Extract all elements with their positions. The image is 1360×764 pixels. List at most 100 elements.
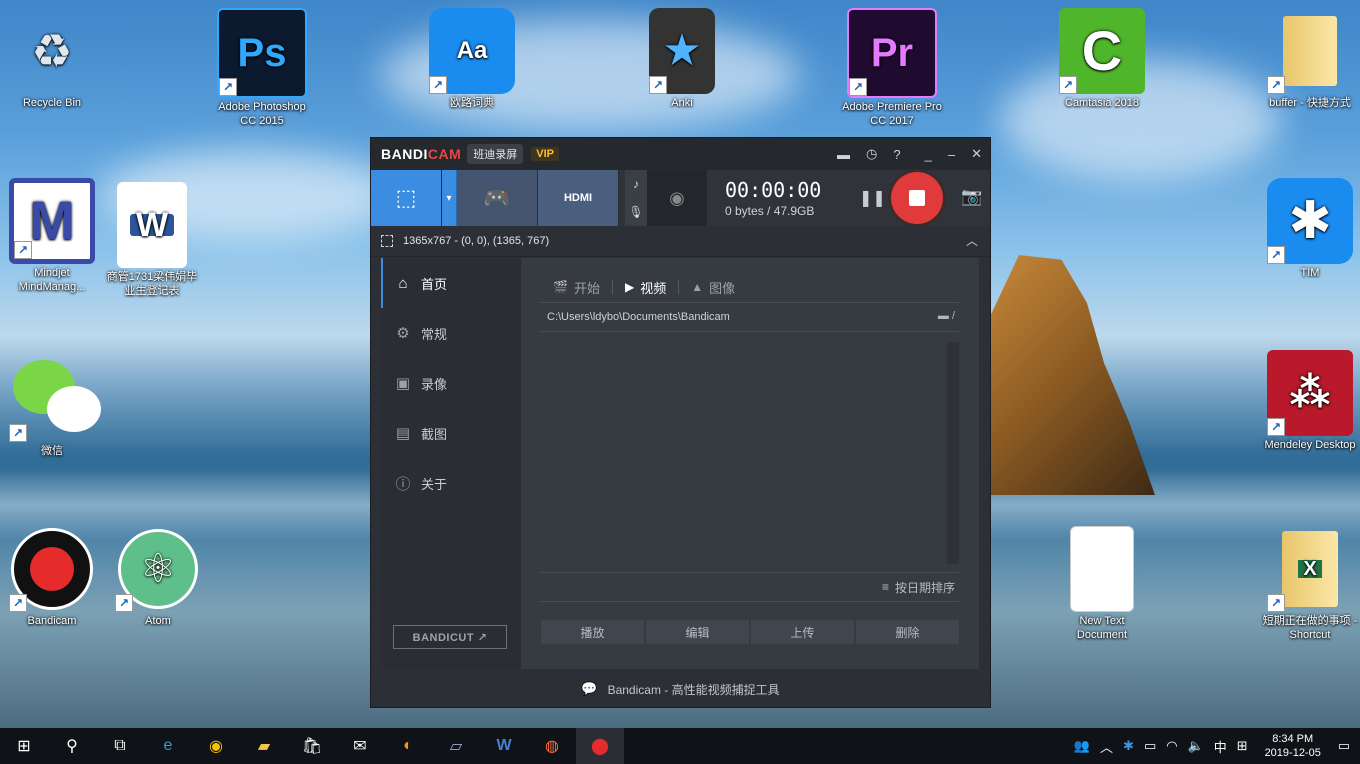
open-folder-icon[interactable]: ▬ / <box>938 310 955 322</box>
sidebar-item-about[interactable]: ⓘ 关于 <box>381 458 521 508</box>
delete-button[interactable]: 删除 <box>856 620 959 644</box>
video-file-list[interactable] <box>541 342 959 573</box>
play-button[interactable]: 播放 <box>541 620 644 644</box>
clock-icon[interactable]: ◷ <box>866 146 877 162</box>
notes-icon[interactable]: ▱ <box>432 728 480 764</box>
ime-indicator[interactable]: 中 <box>1214 737 1227 756</box>
capture-area-bar[interactable]: 1365x767 - (0, 0), (1365, 767) ︿ <box>371 226 990 257</box>
sidebar-item-image[interactable]: ▤ 截图 <box>381 408 521 458</box>
speaker-app-icon[interactable]: ◐ <box>384 728 432 764</box>
game-record-mode-button[interactable]: 🎮 <box>457 170 538 226</box>
screenshot-button[interactable]: 📷 <box>961 187 982 207</box>
tim-icon: ✱ ↗ <box>1267 178 1353 264</box>
tab-image[interactable]: ▲ 图像 <box>679 278 747 297</box>
upload-button[interactable]: 上传 <box>751 620 854 644</box>
clapper-icon: 🎬 <box>553 280 568 294</box>
edge-icon[interactable]: e <box>144 728 192 764</box>
folder-icon[interactable]: ▬ <box>837 147 850 162</box>
volume-icon[interactable]: 🔈 <box>1188 738 1204 754</box>
people-icon[interactable]: 👥 <box>1074 738 1090 754</box>
close-icon[interactable]: ✕ <box>971 146 982 162</box>
desktop-icon-new-text[interactable]: New Text Document <box>1052 526 1152 642</box>
firefox-icon[interactable]: ◍ <box>528 728 576 764</box>
minimize-icon[interactable]: _ <box>925 147 932 162</box>
battery-icon[interactable]: ▭ <box>1144 738 1156 754</box>
home-icon: ⌂ <box>398 274 408 292</box>
desktop-icon-premiere[interactable]: Pr ↗ Adobe Premiere Pro CC 2017 <box>842 8 942 128</box>
sort-by-date-button[interactable]: ≡ 按日期排序 <box>541 573 959 602</box>
camtasia-icon: C ↗ <box>1059 8 1145 94</box>
maximize-icon[interactable]: – <box>948 147 955 162</box>
vip-badge[interactable]: VIP <box>531 147 559 161</box>
desktop-icon-wechat[interactable]: ↗ 微信 <box>2 356 102 458</box>
chrome-icon[interactable]: ◉ <box>192 728 240 764</box>
desktop-icon-recycle-bin[interactable]: ♻ Recycle Bin <box>2 8 102 110</box>
stop-record-button[interactable] <box>891 172 943 224</box>
desktop-icon-excel-shortcut[interactable]: X ↗ 短期正在做的事项 - Shortcut <box>1260 526 1360 642</box>
pause-button[interactable]: ❚❚ <box>859 188 886 208</box>
device-record-mode-button[interactable]: HDMI <box>538 170 619 226</box>
premiere-icon: Pr ↗ <box>847 8 937 98</box>
sidebar-item-home[interactable]: ⌂ 首页 <box>381 258 521 308</box>
info-icon: ⓘ <box>395 475 411 493</box>
screen-record-mode-button[interactable]: ⬚ <box>371 170 442 226</box>
list-scrollbar[interactable] <box>947 342 959 564</box>
tab-start[interactable]: 🎬 开始 <box>541 278 612 297</box>
desktop-icon-photoshop[interactable]: Ps ↗ Adobe Photoshop CC 2015 <box>212 8 312 128</box>
store-icon[interactable]: 🛍 <box>288 728 336 764</box>
clock-date: 2019-12-05 <box>1264 747 1321 759</box>
windows-start-icon[interactable]: ⊞ <box>0 728 48 764</box>
task-view-icon[interactable]: ⧉ <box>96 728 144 764</box>
chevron-down-icon: ▾ <box>446 192 452 204</box>
microphone-icon[interactable]: 🎙 <box>628 205 643 219</box>
sidebar-item-video[interactable]: ▣ 录像 <box>381 358 521 408</box>
sidebar-item-label: 关于 <box>421 476 448 492</box>
gear-icon: ⚙ <box>396 325 410 342</box>
search-icon[interactable]: ⚲ <box>48 728 96 764</box>
webcam-toggle-button[interactable]: ◉ <box>647 170 707 226</box>
help-icon[interactable]: ? <box>893 147 900 162</box>
mode-dropdown-button[interactable]: ▾ <box>442 170 457 226</box>
title-bar[interactable]: BANDICAM 班迪录屏 VIP ▬ ◷ ? _ – ✕ <box>371 138 990 170</box>
desktop-icon-bandicam[interactable]: ↗ Bandicam <box>2 526 102 628</box>
desktop-icon-label: Atom <box>145 615 171 627</box>
desktop-icon-eudic[interactable]: Aa ↗ 欧路词典 <box>422 8 522 110</box>
path-text: C:\Users\ldybo\Documents\Bandicam <box>547 311 730 323</box>
file-explorer-icon[interactable]: ▰ <box>240 728 288 764</box>
chevron-up-icon[interactable]: ︿ <box>1100 737 1113 756</box>
speaker-toggle-icon[interactable]: ♪ <box>633 177 639 191</box>
bandicam-icon: ↗ <box>9 526 95 612</box>
output-folder-path[interactable]: C:\Users\ldybo\Documents\Bandicam ▬ / <box>541 303 959 332</box>
notification-icon[interactable]: ▭ <box>1338 738 1350 754</box>
desktop-icon-atom[interactable]: ⚛ ↗ Atom <box>108 526 208 628</box>
desktop-icon-anki[interactable]: ★ ↗ Anki <box>632 8 732 110</box>
tim-tray-icon[interactable]: ✱ <box>1123 738 1134 754</box>
bandicam-record-icon[interactable]: ⬤ <box>576 728 624 764</box>
desktop-icon-label: TIM <box>1300 267 1320 279</box>
record-toolbar: ⬚ ▾ 🎮 HDMI ♪ 🎙 ◉ 00:00:00 0 bytes / 47.9… <box>371 170 990 226</box>
desktop-icon-label: Anki <box>671 97 693 109</box>
wifi-icon[interactable]: ◠ <box>1166 738 1177 754</box>
mail-icon[interactable]: ✉ <box>336 728 384 764</box>
list-icon: ≡ <box>881 580 889 594</box>
screenshot-settings-icon: ▤ <box>395 425 411 442</box>
tab-video[interactable]: ▶ 视频 <box>613 278 678 297</box>
desktop-icon-mindmanager[interactable]: M ↗ Mindjet MindManag... <box>2 178 102 294</box>
desktop-icon-word-doc[interactable]: W 商管1731梁伟娟毕业生登记表 <box>102 182 202 298</box>
excel-icon: X ↗ <box>1267 526 1353 612</box>
bandicut-button[interactable]: BANDICUT ↗ <box>393 625 507 649</box>
brand-cn-label: 班迪录屏 <box>467 144 524 164</box>
chevron-up-icon[interactable]: ︿ <box>966 232 978 249</box>
sidebar-item-general[interactable]: ⚙ 常规 <box>381 308 521 358</box>
desktop-icon-mendeley[interactable]: ⁂ ↗ Mendeley Desktop <box>1260 350 1360 452</box>
edit-button[interactable]: 编辑 <box>646 620 749 644</box>
word-icon[interactable]: W <box>480 728 528 764</box>
desktop-icon-buffer[interactable]: ↗ buffer - 快捷方式 <box>1260 8 1360 110</box>
desktop-icon-camtasia[interactable]: C ↗ Camtasia 2018 <box>1052 8 1152 110</box>
clock[interactable]: 8:34 PM 2019-12-05 <box>1258 732 1328 760</box>
desktop-icon-label: Mendeley Desktop <box>1264 439 1356 451</box>
taskbar: ⊞ ⚲ ⧉ e ◉ ▰ 🛍 ✉ ◐ ▱ W ◍ ⬤ 👥 ︿ ✱ ▭ ◠ 🔈 中 … <box>0 728 1360 764</box>
desktop-icon-label: Mindjet MindManag... <box>18 267 86 293</box>
desktop-icon-tim[interactable]: ✱ ↗ TIM <box>1260 178 1360 280</box>
keyboard-icon[interactable]: ⊞ <box>1237 738 1248 754</box>
